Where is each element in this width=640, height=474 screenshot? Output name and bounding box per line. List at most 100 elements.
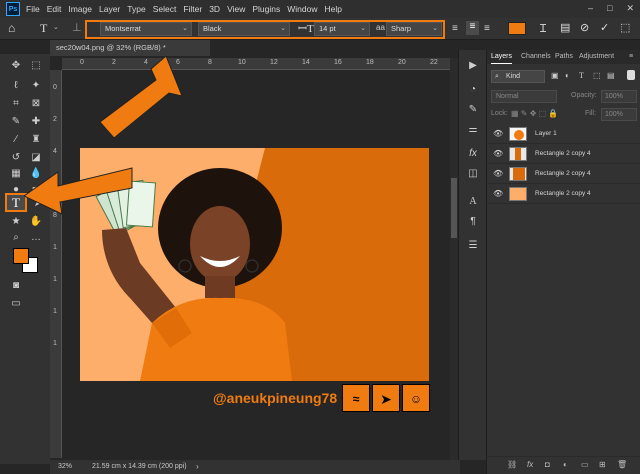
panel-menu-icon[interactable]: ≡ [629, 50, 633, 64]
properties-icon[interactable]: ☰ [465, 238, 481, 254]
align-center-icon[interactable]: ≡ [466, 21, 479, 35]
history-icon[interactable]: ◔ [465, 82, 481, 98]
visibility-eye-icon[interactable]: 👁 [493, 124, 503, 144]
healing-brush-icon[interactable]: ✚ [28, 114, 44, 130]
eraser-icon[interactable]: ◪ [28, 150, 44, 166]
status-bar: 32% 21.59 cm x 14.39 cm (200 ppi) › [50, 460, 460, 474]
new-layer-icon[interactable]: ⊞ [599, 460, 606, 469]
more-tools-icon[interactable]: … [28, 230, 44, 246]
lock-label: Lock: [491, 110, 508, 117]
menu-file[interactable]: File [26, 4, 40, 14]
opacity-field[interactable]: 100% [601, 90, 637, 103]
filter-toggle[interactable] [627, 70, 635, 80]
document-tab[interactable]: sec20w04.png @ 32% (RGB/8) * [50, 40, 210, 56]
character-icon[interactable]: A [465, 194, 481, 210]
minimize-button[interactable]: – [588, 3, 593, 14]
play-actions-icon[interactable]: ▶ [465, 58, 481, 74]
layer-row-layer-1[interactable]: 👁 Layer 1 [487, 124, 640, 144]
text-color-swatch[interactable] [508, 22, 526, 35]
menu-plugins[interactable]: Plugins [252, 4, 280, 14]
menu-select[interactable]: Select [153, 4, 177, 14]
type-tool-preset-icon[interactable]: T [40, 21, 47, 36]
eyedropper-icon[interactable]: ✎ [8, 114, 24, 130]
brush-settings-icon[interactable]: ✎ [465, 102, 481, 118]
maximize-button[interactable]: □ [607, 3, 612, 14]
visibility-eye-icon[interactable]: 👁 [493, 164, 503, 184]
menu-type[interactable]: Type [127, 4, 145, 14]
menu-view[interactable]: View [227, 4, 245, 14]
screen-mode-icon[interactable]: ▭ [8, 296, 24, 312]
fx-styles-icon[interactable]: fx [465, 146, 481, 162]
align-right-icon[interactable]: ≡ [484, 23, 490, 34]
visibility-eye-icon[interactable]: 👁 [493, 144, 503, 164]
trash-icon[interactable]: 🗑 [617, 460, 627, 469]
brush-tool-icon[interactable]: ∕ [8, 132, 24, 148]
adjustment-filter-icon[interactable]: ◐ [565, 71, 570, 80]
menu-window[interactable]: Window [287, 4, 317, 14]
frame-tool-icon[interactable]: ⊠ [28, 96, 44, 112]
history-brush-icon[interactable]: ↺ [8, 150, 24, 166]
group-icon[interactable]: ▭ [581, 460, 589, 469]
layer-comps-icon[interactable]: ◫ [465, 166, 481, 182]
mask-icon[interactable]: ◘ [545, 460, 550, 469]
move-tool-icon[interactable]: ✥ [8, 58, 24, 74]
chevron-right-icon[interactable]: › [196, 460, 199, 474]
menu-edit[interactable]: Edit [47, 4, 62, 14]
tab-channels[interactable]: Channels [521, 50, 551, 64]
menu-image[interactable]: Image [68, 4, 92, 14]
lock-icons[interactable]: ▦ ✎ ✥ ⬚ 🔒 [511, 109, 558, 118]
steem-icon: ≈ [342, 384, 370, 412]
marquee-tool-icon[interactable]: ⬚ [28, 58, 44, 74]
text-orientation-icon[interactable]: ⊥ [72, 21, 82, 34]
cancel-icon[interactable]: ⊘ [580, 21, 589, 34]
lasso-tool-icon[interactable]: ℓ [8, 78, 24, 94]
layer-row-rectangle[interactable]: 👁 Rectangle 2 copy 4 [487, 184, 640, 204]
ruler-label: 12 [270, 59, 278, 66]
zoom-level[interactable]: 32% [58, 460, 72, 474]
foreground-color-swatch[interactable] [13, 248, 29, 264]
commit-icon[interactable]: ✓ [600, 21, 609, 34]
visibility-eye-icon[interactable]: 👁 [493, 184, 503, 204]
window-controls: – □ ✕ [588, 3, 634, 14]
link-icon[interactable]: ⛓ [507, 460, 517, 469]
close-button[interactable]: ✕ [626, 3, 634, 14]
character-panel-icon[interactable]: ▤ [560, 21, 570, 34]
layer-row-rectangle[interactable]: 👁 Rectangle 2 copy 4 [487, 164, 640, 184]
pixel-filter-icon[interactable]: ▣ [551, 71, 559, 80]
menu-help[interactable]: Help [324, 4, 341, 14]
kind-value: Kind [506, 73, 521, 80]
chevron-down-icon[interactable]: ⌄ [53, 23, 59, 31]
shape-tool-icon[interactable]: ★ [8, 214, 24, 230]
paragraph-icon[interactable]: ¶ [465, 214, 481, 230]
adjustment-icon[interactable]: ◐ [563, 460, 568, 469]
magic-wand-icon[interactable]: ✦ [28, 78, 44, 94]
quick-mask-icon[interactable]: ◙ [8, 278, 24, 294]
menu-filter[interactable]: Filter [183, 4, 202, 14]
3d-icon[interactable]: ⬚ [620, 21, 630, 34]
smart-object-filter-icon[interactable]: ▤ [607, 71, 615, 80]
scroll-thumb[interactable] [451, 178, 457, 238]
menu-layer[interactable]: Layer [99, 4, 120, 14]
home-icon[interactable]: ⌂ [8, 21, 15, 35]
blend-mode-select[interactable]: Normal [491, 90, 557, 103]
stamp-tool-icon[interactable]: ♜ [28, 132, 44, 148]
layer-thumbnail [509, 127, 527, 141]
fill-field[interactable]: 100% [601, 108, 637, 121]
type-filter-icon[interactable]: T [579, 71, 584, 80]
zoom-tool-icon[interactable]: ⌕ [8, 230, 24, 246]
fx-icon[interactable]: fx [527, 460, 533, 469]
layer-row-rectangle[interactable]: 👁 Rectangle 2 copy 4 [487, 144, 640, 164]
hand-tool-icon[interactable]: ✋ [28, 214, 44, 230]
warp-text-icon[interactable]: Ɪ [540, 21, 546, 36]
shape-filter-icon[interactable]: ⬚ [593, 71, 601, 80]
vertical-scrollbar[interactable] [450, 58, 458, 460]
tab-adjustments[interactable]: Adjustment [579, 50, 614, 64]
gradient-tool-icon[interactable]: ▦ [8, 166, 24, 182]
crop-tool-icon[interactable]: ⌗ [8, 96, 24, 112]
align-left-icon[interactable]: ≡ [452, 23, 458, 34]
menu-3d[interactable]: 3D [209, 4, 220, 14]
filter-kind-select[interactable]: ⌕ Kind [491, 70, 545, 83]
adjust-sliders-icon[interactable]: ⚌ [465, 122, 481, 138]
tab-paths[interactable]: Paths [555, 50, 573, 64]
tab-layers[interactable]: Layers [491, 50, 513, 64]
